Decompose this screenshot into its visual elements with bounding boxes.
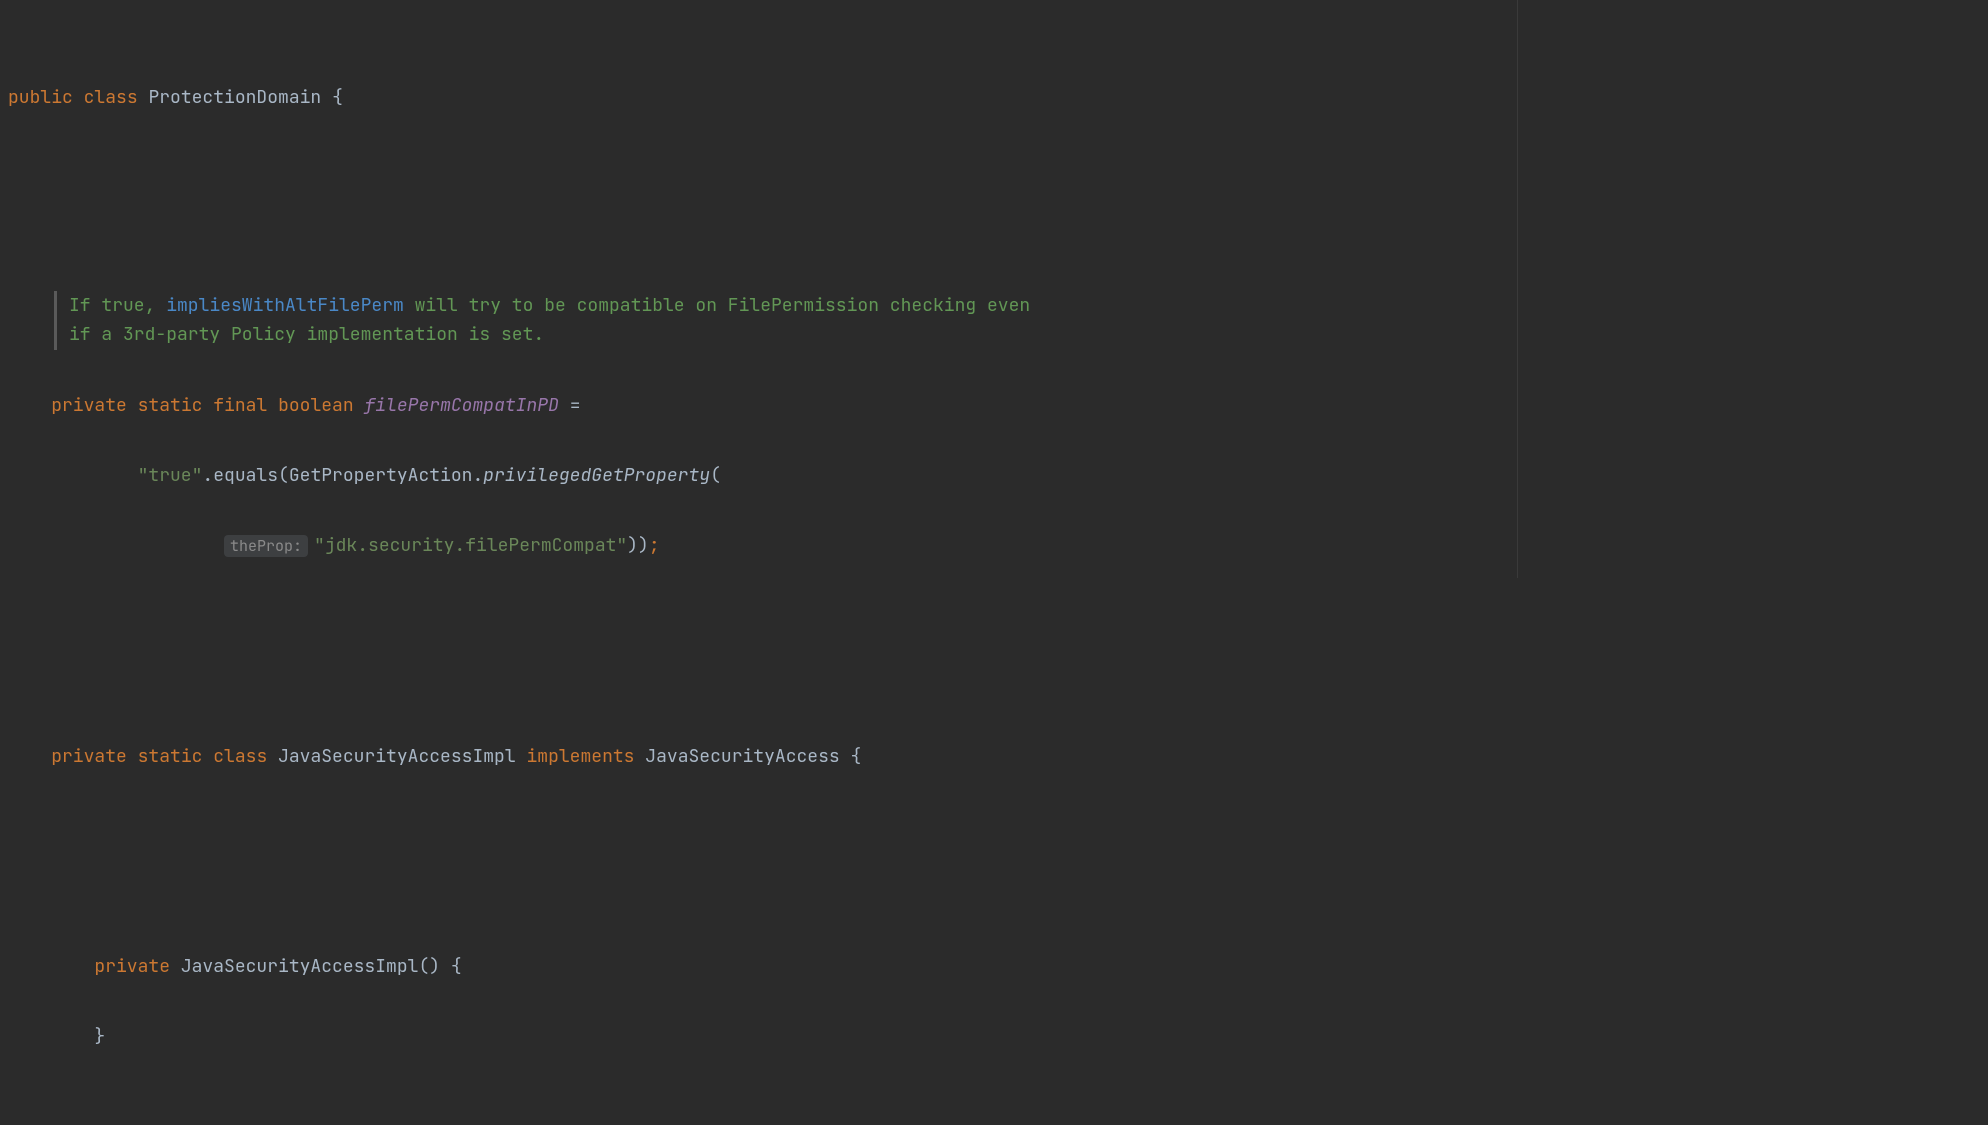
code-line[interactable]: private JavaSecurityAccessImpl() { <box>8 949 1988 984</box>
code-editor[interactable]: public class ProtectionDomain { If true,… <box>0 0 1988 1125</box>
keyword-static: static <box>138 394 203 417</box>
semicolon: ; <box>649 534 660 557</box>
keyword-implements: implements <box>526 745 634 768</box>
keyword-class: class <box>213 745 267 768</box>
equals-sign: = <box>570 394 581 417</box>
parens: () <box>418 955 440 978</box>
code-line[interactable]: "true".equals(GetPropertyAction.privileg… <box>8 458 1988 493</box>
keyword-boolean: boolean <box>278 394 354 417</box>
doc-link[interactable]: impliesWithAltFilePerm <box>166 294 404 317</box>
string-literal: "true" <box>138 464 203 487</box>
keyword-final: final <box>213 394 267 417</box>
code-line[interactable]: } <box>8 1019 1988 1054</box>
code-line-blank[interactable] <box>8 185 1988 220</box>
keyword-private: private <box>94 955 170 978</box>
class-name: ProtectionDomain <box>148 86 321 109</box>
paren: ( <box>278 464 289 487</box>
field-name: filePermCompatInPD <box>364 394 558 417</box>
string-literal: "jdk.security.filePermCompat" <box>314 534 627 557</box>
paren: ( <box>710 464 721 487</box>
brace-close: } <box>94 1025 105 1048</box>
inner-class-name: JavaSecurityAccessImpl <box>278 745 516 768</box>
keyword-public: public <box>8 86 73 109</box>
doc-text: If true, <box>69 294 166 317</box>
code-line[interactable]: public class ProtectionDomain { <box>8 80 1988 115</box>
keyword-private: private <box>51 745 127 768</box>
class-ref: GetPropertyAction <box>289 464 473 487</box>
brace-open: { <box>851 745 862 768</box>
code-line[interactable]: theProp: "jdk.security.filePermCompat")); <box>8 528 1988 563</box>
brace-open: { <box>451 955 462 978</box>
interface-name: JavaSecurityAccess <box>645 745 839 768</box>
code-line-blank[interactable] <box>8 633 1988 668</box>
method-call: equals <box>213 464 278 487</box>
dot: . <box>202 464 213 487</box>
static-method: privilegedGetProperty <box>483 464 710 487</box>
brace-open: { <box>332 86 343 109</box>
keyword-static: static <box>138 745 203 768</box>
keyword-private: private <box>51 394 127 417</box>
code-line-blank[interactable] <box>8 844 1988 879</box>
parameter-hint: theProp: <box>224 535 308 557</box>
keyword-class: class <box>84 86 138 109</box>
constructor-name: JavaSecurityAccessImpl <box>181 955 419 978</box>
close-parens: )) <box>627 534 649 557</box>
javadoc-block[interactable]: If true, impliesWithAltFilePerm will try… <box>54 291 1054 350</box>
code-line[interactable]: private static final boolean filePermCom… <box>8 388 1988 423</box>
dot: . <box>472 464 483 487</box>
code-line[interactable]: private static class JavaSecurityAccessI… <box>8 739 1988 774</box>
